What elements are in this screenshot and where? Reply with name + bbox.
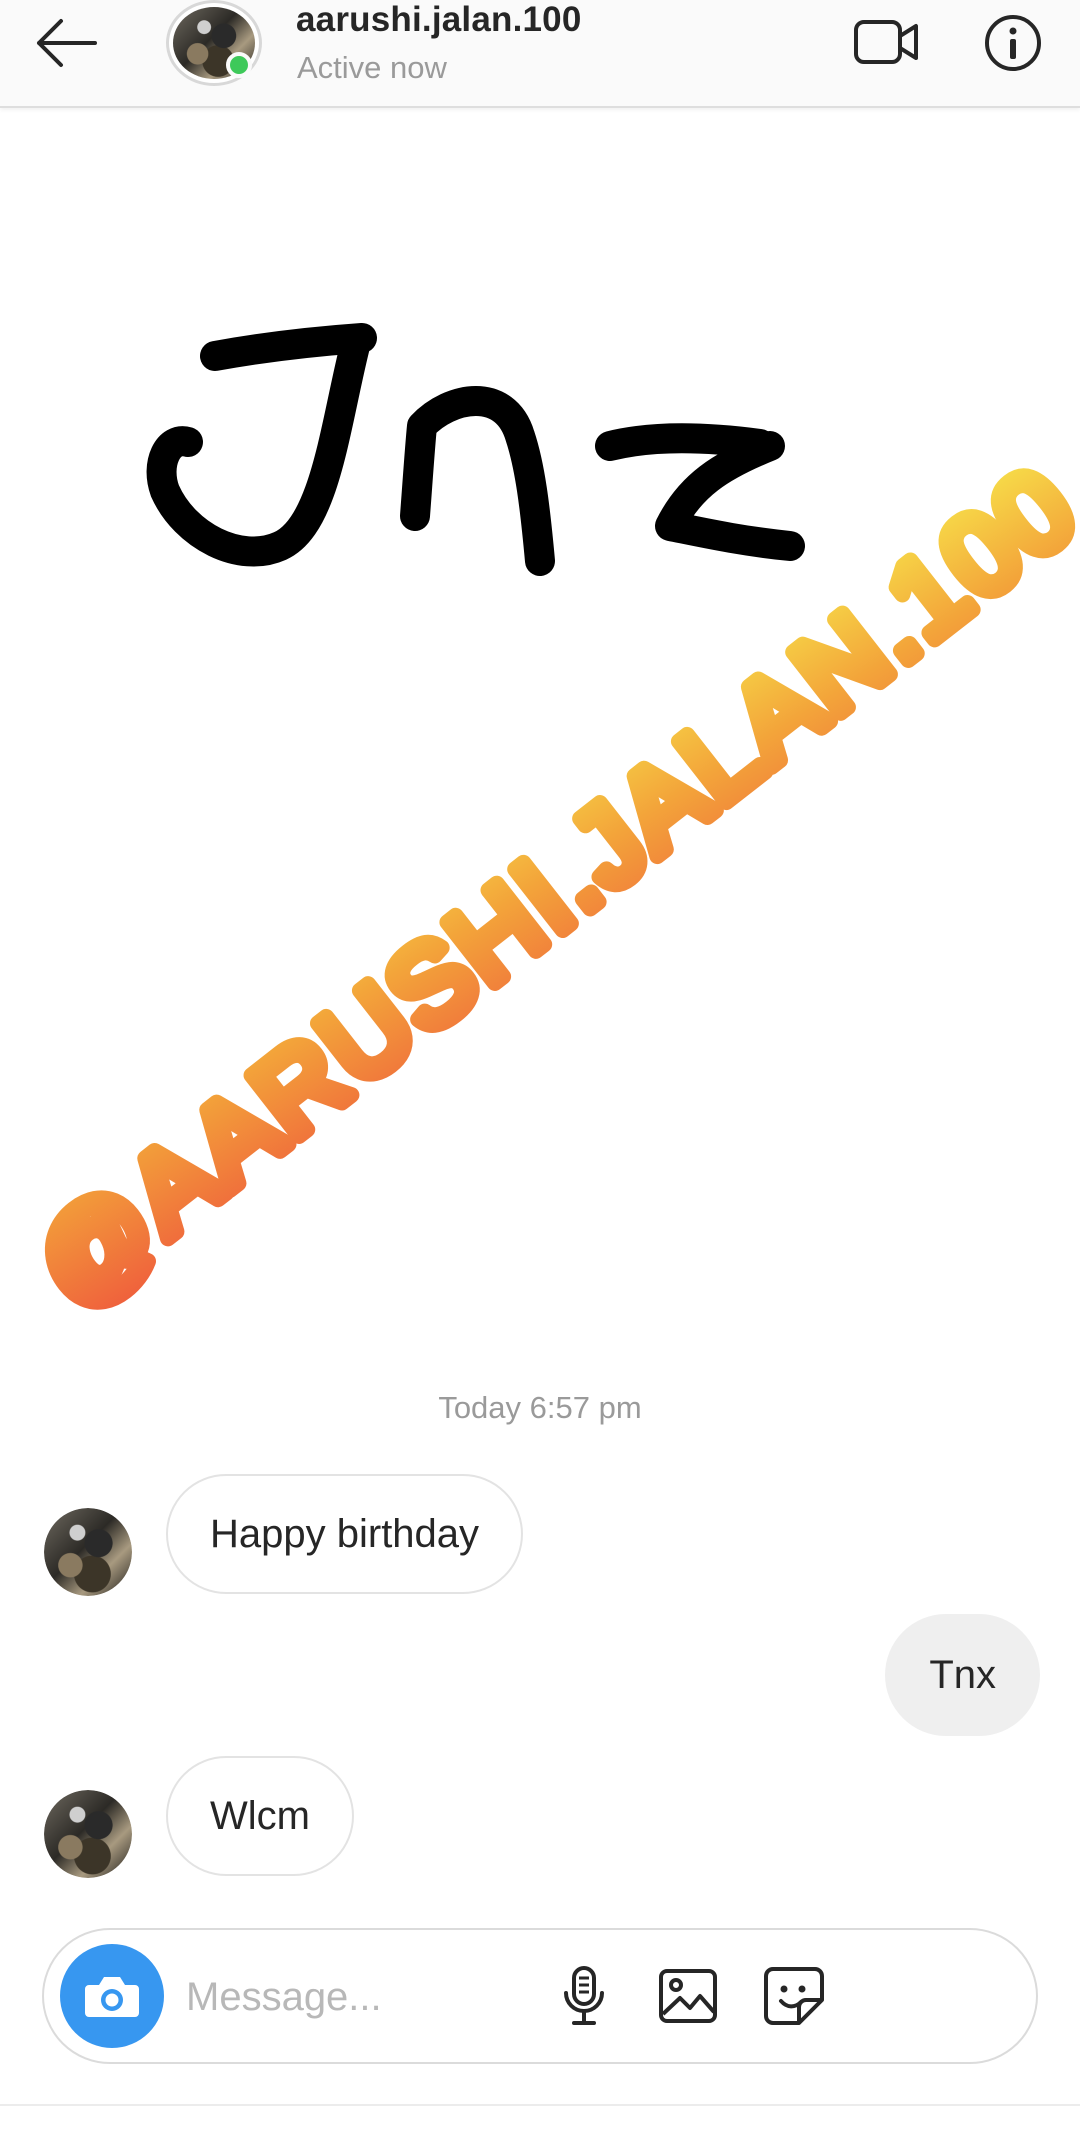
avatar-photo [44, 1790, 132, 1878]
bottom-divider [0, 2104, 1080, 2106]
video-call-button[interactable] [848, 12, 926, 72]
watermark-text: @AARUSHI.JALAN.100 [13, 443, 1080, 1330]
watermark: @AARUSHI.JALAN.100 [5, 435, 1080, 1338]
message-bubble-incoming[interactable]: Happy birthday [166, 1474, 524, 1594]
camera-icon [85, 1977, 139, 2017]
message-text: Wlcm [210, 1793, 310, 1838]
video-camera-icon [854, 20, 918, 64]
arrow-left-icon [37, 19, 97, 67]
active-status: Active now [297, 50, 447, 85]
message-input[interactable] [184, 1954, 708, 2040]
gallery-button[interactable] [650, 1958, 726, 2034]
message-text: Happy birthday [210, 1511, 480, 1556]
message-bubble-incoming[interactable]: Wlcm [166, 1756, 354, 1876]
info-button[interactable] [978, 10, 1048, 76]
chat-header: aarushi.jalan.100 Active now [0, 0, 1080, 108]
microphone-icon [564, 1966, 604, 2025]
chat-username[interactable]: aarushi.jalan.100 [296, 0, 582, 40]
message-text: Tnx [929, 1652, 996, 1697]
message-composer [42, 1928, 1038, 2064]
info-icon [985, 15, 1041, 71]
sticker-button[interactable] [756, 1958, 832, 2034]
drawing-svg: @AARUSHI.JALAN.100 [5, 323, 1080, 1338]
dm-screen: aarushi.jalan.100 Active now @AARUSHI.JA… [0, 0, 1080, 2130]
avatar-photo [44, 1508, 132, 1596]
online-status-dot [226, 52, 252, 78]
drawing-canvas: @AARUSHI.JALAN.100 [0, 106, 1080, 1356]
camera-button[interactable] [60, 1944, 164, 2048]
image-icon [659, 1969, 717, 2023]
sender-avatar[interactable] [44, 1790, 132, 1878]
handwritten-text [146, 323, 805, 576]
sticker-icon [764, 1967, 824, 2025]
message-timestamp: Today 6:57 pm [438, 1390, 642, 1425]
message-bubble-outgoing[interactable]: Tnx [885, 1614, 1040, 1736]
back-button[interactable] [26, 8, 106, 78]
sender-avatar[interactable] [44, 1508, 132, 1596]
voice-message-button[interactable] [546, 1958, 622, 2034]
